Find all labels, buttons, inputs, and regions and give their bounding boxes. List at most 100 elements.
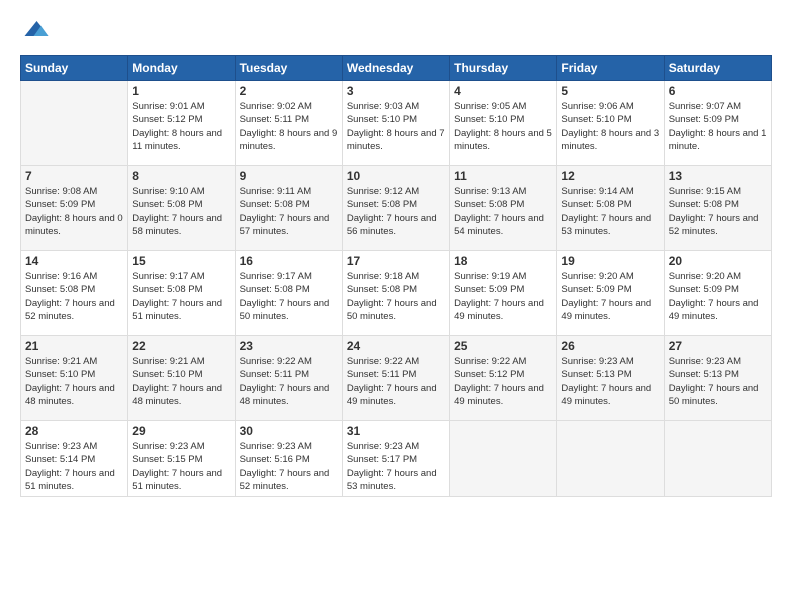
calendar-cell: 7 Sunrise: 9:08 AMSunset: 5:09 PMDaylight… (21, 166, 128, 251)
calendar-cell: 25 Sunrise: 9:22 AMSunset: 5:12 PMDayligh… (450, 336, 557, 421)
calendar-week-row: 21Sunrise: 9:21 AMSunset: 5:10 PMDayligh… (21, 336, 772, 421)
weekday-header-row: SundayMondayTuesdayWednesdayThursdayFrid… (21, 56, 772, 81)
day-number: 8 (132, 169, 230, 183)
calendar-cell: 19 Sunrise: 9:20 AMSunset: 5:09 PMDayligh… (557, 251, 664, 336)
day-number: 25 (454, 339, 552, 353)
day-info: Sunrise: 9:15 AMSunset: 5:08 PMDaylight:… (669, 185, 767, 238)
day-info: Sunrise: 9:23 AMSunset: 5:16 PMDaylight:… (240, 440, 338, 493)
calendar-week-row: 28 Sunrise: 9:23 AMSunset: 5:14 PMDayligh… (21, 421, 772, 497)
calendar-cell: 26 Sunrise: 9:23 AMSunset: 5:13 PMDayligh… (557, 336, 664, 421)
day-info: Sunrise: 9:20 AMSunset: 5:09 PMDaylight:… (669, 270, 767, 323)
calendar-cell: 18Sunrise: 9:19 AMSunset: 5:09 PMDayligh… (450, 251, 557, 336)
day-number: 6 (669, 84, 767, 98)
calendar-cell: 5 Sunrise: 9:06 AMSunset: 5:10 PMDaylight… (557, 81, 664, 166)
calendar-cell: 31 Sunrise: 9:23 AMSunset: 5:17 PMDayligh… (342, 421, 449, 497)
calendar-cell: 22Sunrise: 9:21 AMSunset: 5:10 PMDayligh… (128, 336, 235, 421)
calendar-cell (21, 81, 128, 166)
weekday-header: Thursday (450, 56, 557, 81)
day-info: Sunrise: 9:23 AMSunset: 5:14 PMDaylight:… (25, 440, 123, 493)
calendar-cell: 1Sunrise: 9:01 AMSunset: 5:12 PMDaylight… (128, 81, 235, 166)
day-info: Sunrise: 9:12 AMSunset: 5:08 PMDaylight:… (347, 185, 445, 238)
calendar-cell: 29Sunrise: 9:23 AMSunset: 5:15 PMDayligh… (128, 421, 235, 497)
day-number: 3 (347, 84, 445, 98)
calendar-cell: 3 Sunrise: 9:03 AMSunset: 5:10 PMDaylight… (342, 81, 449, 166)
calendar-cell: 14 Sunrise: 9:16 AMSunset: 5:08 PMDayligh… (21, 251, 128, 336)
day-info: Sunrise: 9:14 AMSunset: 5:08 PMDaylight:… (561, 185, 659, 238)
logo-icon (20, 15, 50, 45)
day-info: Sunrise: 9:16 AMSunset: 5:08 PMDaylight:… (25, 270, 123, 323)
day-info: Sunrise: 9:22 AMSunset: 5:11 PMDaylight:… (347, 355, 445, 408)
calendar-cell: 21Sunrise: 9:21 AMSunset: 5:10 PMDayligh… (21, 336, 128, 421)
calendar-cell: 23 Sunrise: 9:22 AMSunset: 5:11 PMDayligh… (235, 336, 342, 421)
day-number: 28 (25, 424, 123, 438)
day-number: 16 (240, 254, 338, 268)
day-info: Sunrise: 9:23 AMSunset: 5:17 PMDaylight:… (347, 440, 445, 493)
day-number: 19 (561, 254, 659, 268)
day-info: Sunrise: 9:10 AMSunset: 5:08 PMDaylight:… (132, 185, 230, 238)
day-number: 9 (240, 169, 338, 183)
day-number: 24 (347, 339, 445, 353)
day-info: Sunrise: 9:07 AMSunset: 5:09 PMDaylight:… (669, 100, 767, 153)
calendar-cell: 13Sunrise: 9:15 AMSunset: 5:08 PMDayligh… (664, 166, 771, 251)
day-info: Sunrise: 9:18 AMSunset: 5:08 PMDaylight:… (347, 270, 445, 323)
weekday-header: Sunday (21, 56, 128, 81)
day-number: 5 (561, 84, 659, 98)
calendar-cell: 16Sunrise: 9:17 AMSunset: 5:08 PMDayligh… (235, 251, 342, 336)
day-info: Sunrise: 9:20 AMSunset: 5:09 PMDaylight:… (561, 270, 659, 323)
day-info: Sunrise: 9:17 AMSunset: 5:08 PMDaylight:… (132, 270, 230, 323)
day-info: Sunrise: 9:08 AMSunset: 5:09 PMDaylight:… (25, 185, 123, 238)
day-info: Sunrise: 9:13 AMSunset: 5:08 PMDaylight:… (454, 185, 552, 238)
calendar-week-row: 14 Sunrise: 9:16 AMSunset: 5:08 PMDayligh… (21, 251, 772, 336)
calendar-cell: 12Sunrise: 9:14 AMSunset: 5:08 PMDayligh… (557, 166, 664, 251)
calendar-cell: 4 Sunrise: 9:05 AMSunset: 5:10 PMDaylight… (450, 81, 557, 166)
calendar-cell (450, 421, 557, 497)
day-number: 10 (347, 169, 445, 183)
day-number: 26 (561, 339, 659, 353)
day-info: Sunrise: 9:19 AMSunset: 5:09 PMDaylight:… (454, 270, 552, 323)
day-number: 15 (132, 254, 230, 268)
day-info: Sunrise: 9:03 AMSunset: 5:10 PMDaylight:… (347, 100, 445, 153)
day-info: Sunrise: 9:11 AMSunset: 5:08 PMDaylight:… (240, 185, 338, 238)
day-number: 30 (240, 424, 338, 438)
weekday-header: Monday (128, 56, 235, 81)
header (20, 15, 772, 45)
calendar-cell: 9 Sunrise: 9:11 AMSunset: 5:08 PMDaylight… (235, 166, 342, 251)
day-number: 27 (669, 339, 767, 353)
weekday-header: Friday (557, 56, 664, 81)
calendar-week-row: 7 Sunrise: 9:08 AMSunset: 5:09 PMDaylight… (21, 166, 772, 251)
calendar: SundayMondayTuesdayWednesdayThursdayFrid… (20, 55, 772, 497)
day-number: 29 (132, 424, 230, 438)
day-info: Sunrise: 9:06 AMSunset: 5:10 PMDaylight:… (561, 100, 659, 153)
calendar-week-row: 1Sunrise: 9:01 AMSunset: 5:12 PMDaylight… (21, 81, 772, 166)
calendar-cell: 24 Sunrise: 9:22 AMSunset: 5:11 PMDayligh… (342, 336, 449, 421)
day-info: Sunrise: 9:22 AMSunset: 5:12 PMDaylight:… (454, 355, 552, 408)
day-info: Sunrise: 9:01 AMSunset: 5:12 PMDaylight:… (132, 100, 230, 153)
calendar-cell: 15 Sunrise: 9:17 AMSunset: 5:08 PMDayligh… (128, 251, 235, 336)
calendar-cell (664, 421, 771, 497)
day-info: Sunrise: 9:22 AMSunset: 5:11 PMDaylight:… (240, 355, 338, 408)
day-number: 22 (132, 339, 230, 353)
calendar-cell: 27Sunrise: 9:23 AMSunset: 5:13 PMDayligh… (664, 336, 771, 421)
day-number: 23 (240, 339, 338, 353)
page: SundayMondayTuesdayWednesdayThursdayFrid… (0, 0, 792, 612)
day-info: Sunrise: 9:05 AMSunset: 5:10 PMDaylight:… (454, 100, 552, 153)
day-number: 7 (25, 169, 123, 183)
day-number: 17 (347, 254, 445, 268)
logo (20, 15, 54, 45)
day-number: 20 (669, 254, 767, 268)
weekday-header: Tuesday (235, 56, 342, 81)
day-info: Sunrise: 9:23 AMSunset: 5:13 PMDaylight:… (561, 355, 659, 408)
calendar-cell: 8 Sunrise: 9:10 AMSunset: 5:08 PMDaylight… (128, 166, 235, 251)
calendar-cell: 30 Sunrise: 9:23 AMSunset: 5:16 PMDayligh… (235, 421, 342, 497)
calendar-cell: 11 Sunrise: 9:13 AMSunset: 5:08 PMDayligh… (450, 166, 557, 251)
weekday-header: Wednesday (342, 56, 449, 81)
day-number: 31 (347, 424, 445, 438)
day-number: 4 (454, 84, 552, 98)
calendar-cell: 10 Sunrise: 9:12 AMSunset: 5:08 PMDayligh… (342, 166, 449, 251)
calendar-cell: 20 Sunrise: 9:20 AMSunset: 5:09 PMDayligh… (664, 251, 771, 336)
day-number: 11 (454, 169, 552, 183)
day-info: Sunrise: 9:21 AMSunset: 5:10 PMDaylight:… (25, 355, 123, 408)
calendar-cell: 2Sunrise: 9:02 AMSunset: 5:11 PMDaylight… (235, 81, 342, 166)
day-info: Sunrise: 9:02 AMSunset: 5:11 PMDaylight:… (240, 100, 338, 153)
day-number: 14 (25, 254, 123, 268)
